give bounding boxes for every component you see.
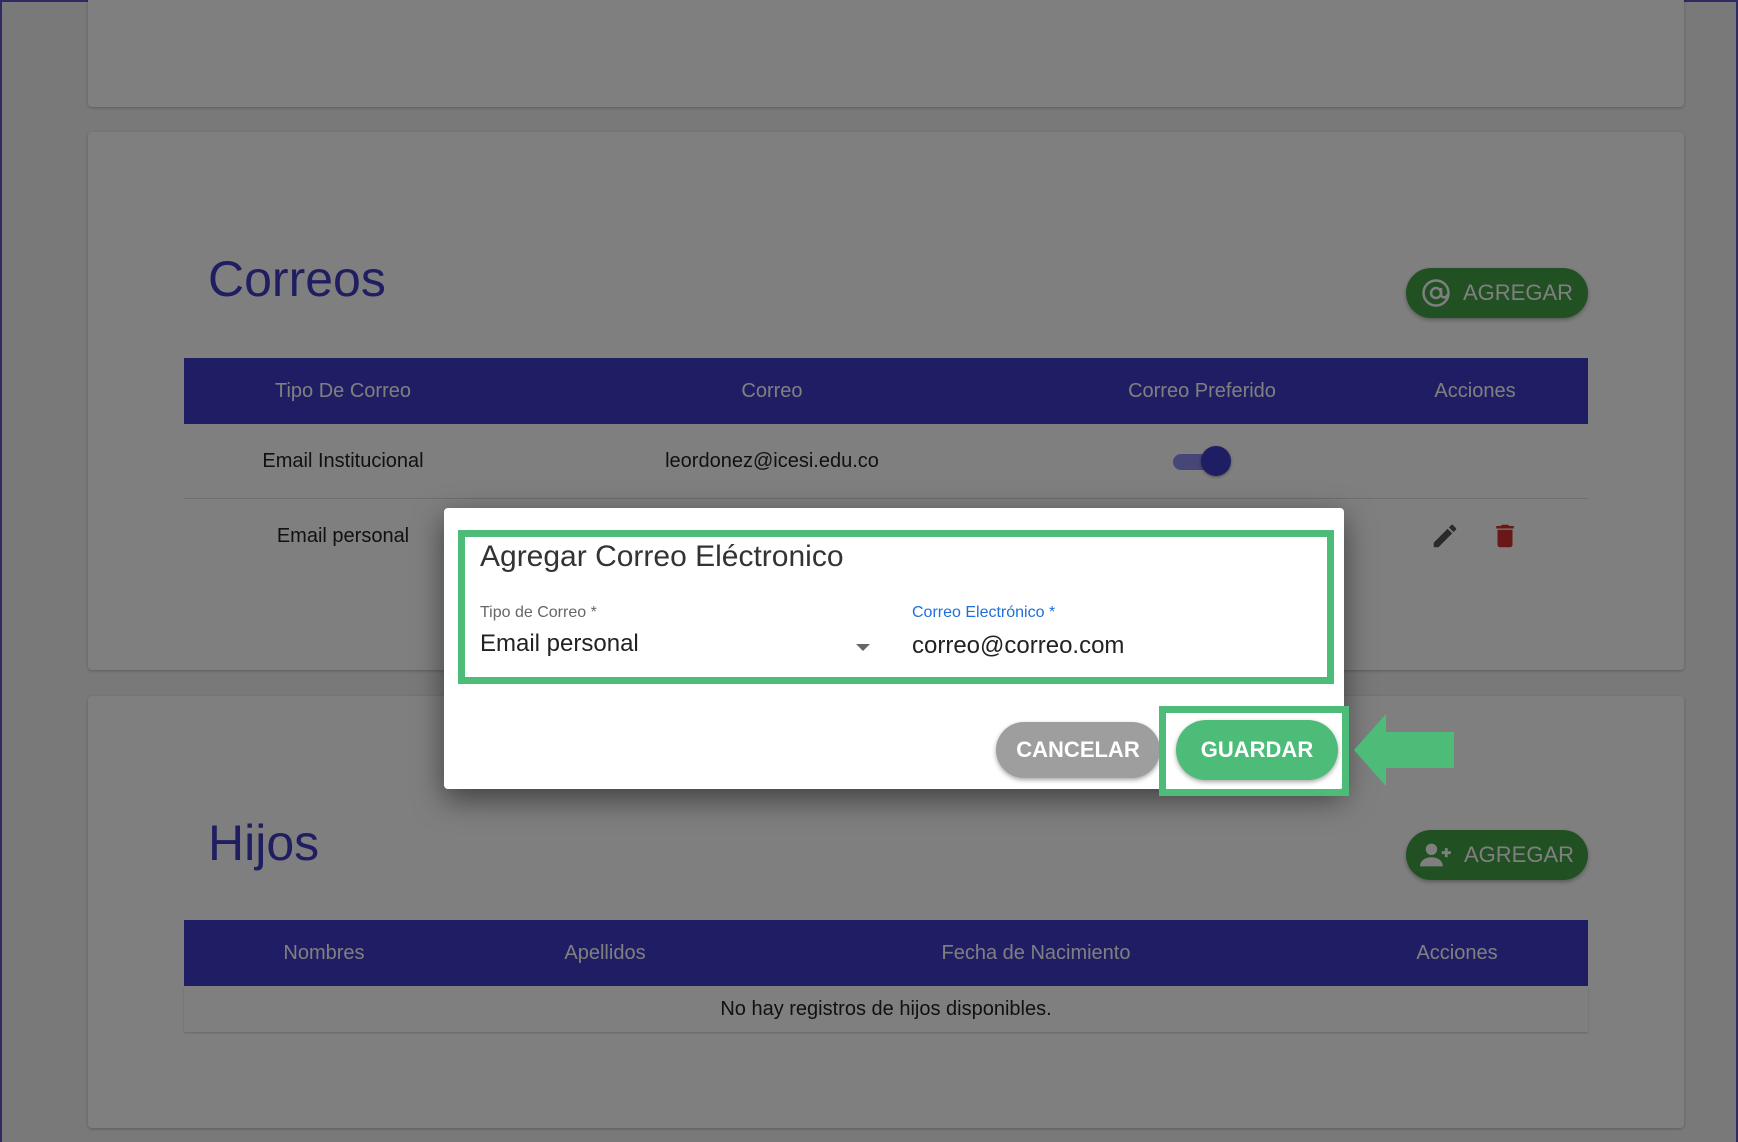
cancel-button[interactable]: CANCELAR: [996, 722, 1160, 778]
form-highlight-box: [458, 530, 1334, 684]
arrow-left-icon: [1354, 714, 1456, 786]
save-highlight-box: [1159, 706, 1349, 796]
